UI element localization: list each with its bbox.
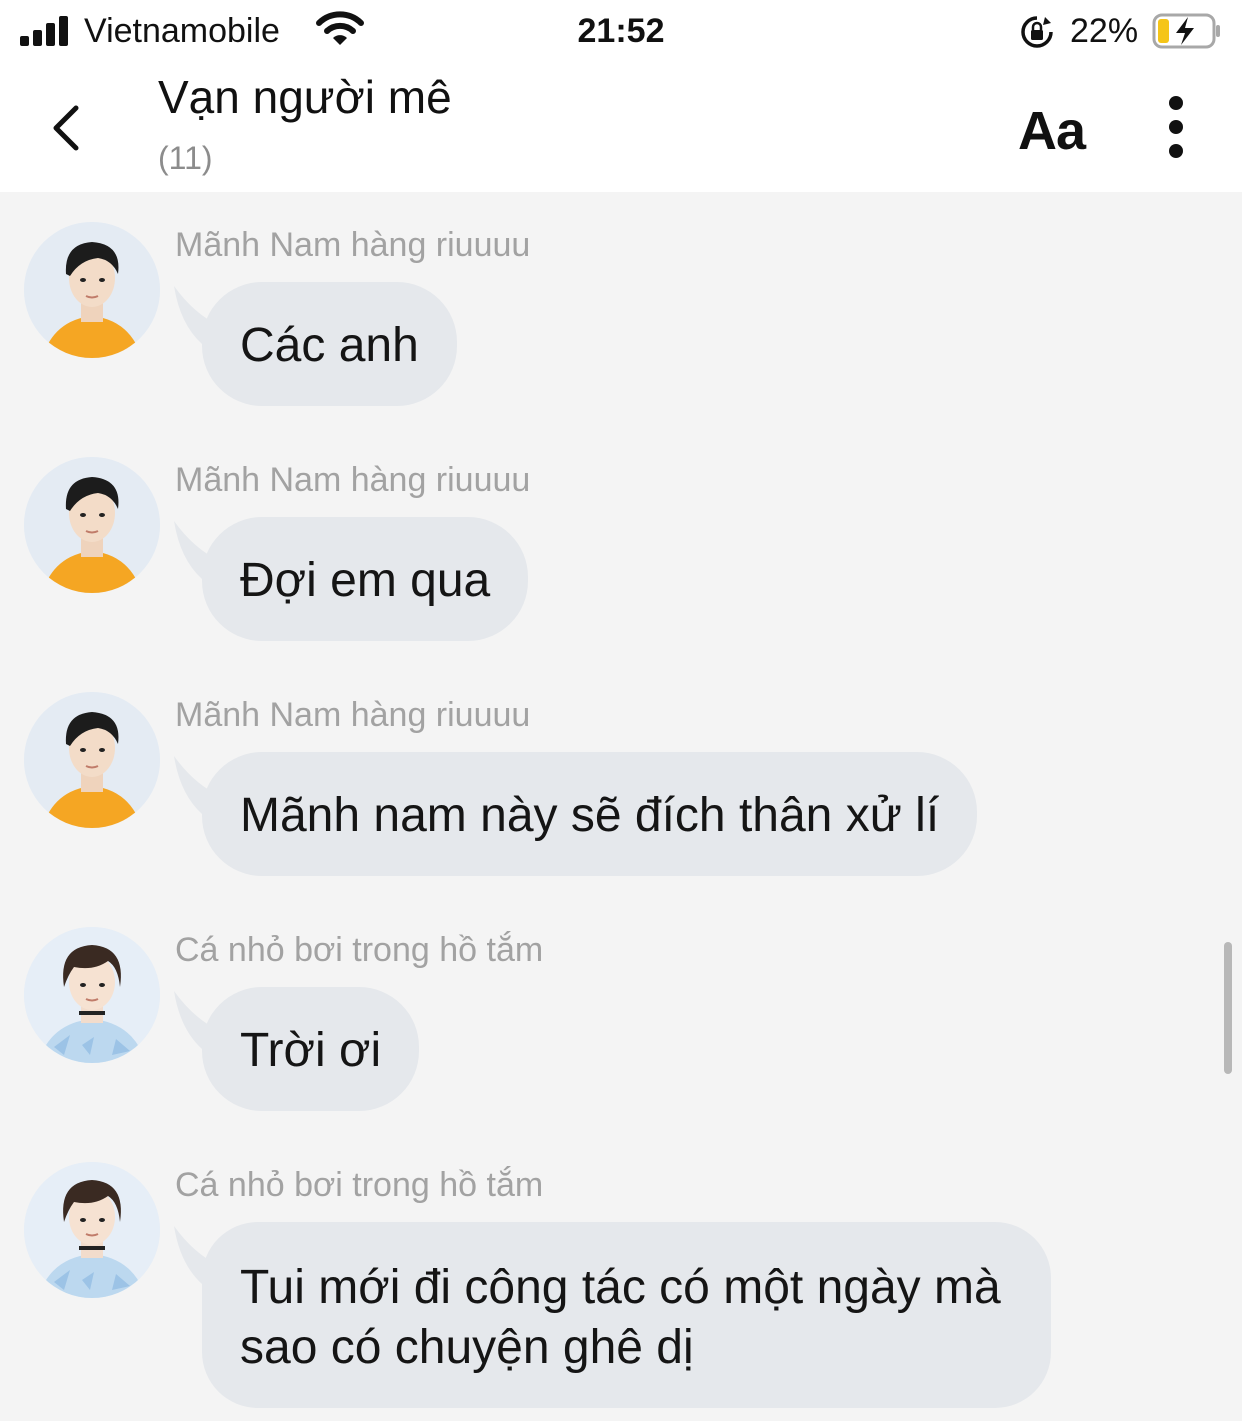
message-bubble[interactable]: Các anh <box>202 282 457 406</box>
message-text: Đợi em qua <box>240 554 491 607</box>
avatar[interactable] <box>24 222 160 358</box>
avatar[interactable] <box>24 457 160 593</box>
sender-name: Mãnh Nam hàng riuuuu <box>175 226 531 264</box>
avatar[interactable] <box>24 927 160 1063</box>
font-size-button[interactable]: Aa <box>1018 100 1086 162</box>
message-text: Trời ơi <box>240 1024 382 1077</box>
back-arrow-icon[interactable] <box>44 100 88 156</box>
message-bubble[interactable]: Tui mới đi công tác có một ngày mà sao c… <box>202 1222 1051 1408</box>
more-options-icon[interactable] <box>1158 92 1194 162</box>
boy-portrait-icon <box>24 457 160 593</box>
scrollbar[interactable] <box>1224 942 1232 1074</box>
message-text: Mãnh nam này sẽ đích thân xử lí <box>240 789 940 842</box>
battery-charging-icon <box>1152 13 1220 49</box>
boy-portrait-icon <box>24 222 160 358</box>
battery-percentage: 22% <box>1070 12 1139 50</box>
boy-portrait-icon <box>24 1162 160 1298</box>
boy-portrait-icon <box>24 927 160 1063</box>
message-text-line: sao có chuyện ghê dị <box>240 1321 694 1374</box>
rotation-lock-icon <box>1021 16 1053 48</box>
message-text: Các anh <box>240 319 419 372</box>
sender-name: Cá nhỏ bơi trong hồ tắm <box>175 931 544 969</box>
chat-header: Vạn người mê (11) Aa <box>0 62 1242 192</box>
message-bubble[interactable]: Mãnh nam này sẽ đích thân xử lí <box>202 752 978 876</box>
avatar[interactable] <box>24 1162 160 1298</box>
message-text-line: Tui mới đi công tác có một ngày mà <box>240 1261 1001 1314</box>
message-list[interactable]: Mãnh Nam hàng riuuuu Các anh Mãnh Nam hà… <box>0 192 1242 1421</box>
sender-name: Mãnh Nam hàng riuuuu <box>175 696 531 734</box>
message-bubble[interactable]: Trời ơi <box>202 987 420 1111</box>
boy-portrait-icon <box>24 692 160 828</box>
chat-title[interactable]: Vạn người mê <box>158 70 452 124</box>
sender-name: Cá nhỏ bơi trong hồ tắm <box>175 1166 544 1204</box>
status-bar: Vietnamobile 21:52 22% <box>0 0 1242 62</box>
member-count: (11) <box>158 140 213 176</box>
avatar[interactable] <box>24 692 160 828</box>
message-bubble[interactable]: Đợi em qua <box>202 517 529 641</box>
sender-name: Mãnh Nam hàng riuuuu <box>175 461 531 499</box>
status-time: 21:52 <box>577 12 665 50</box>
